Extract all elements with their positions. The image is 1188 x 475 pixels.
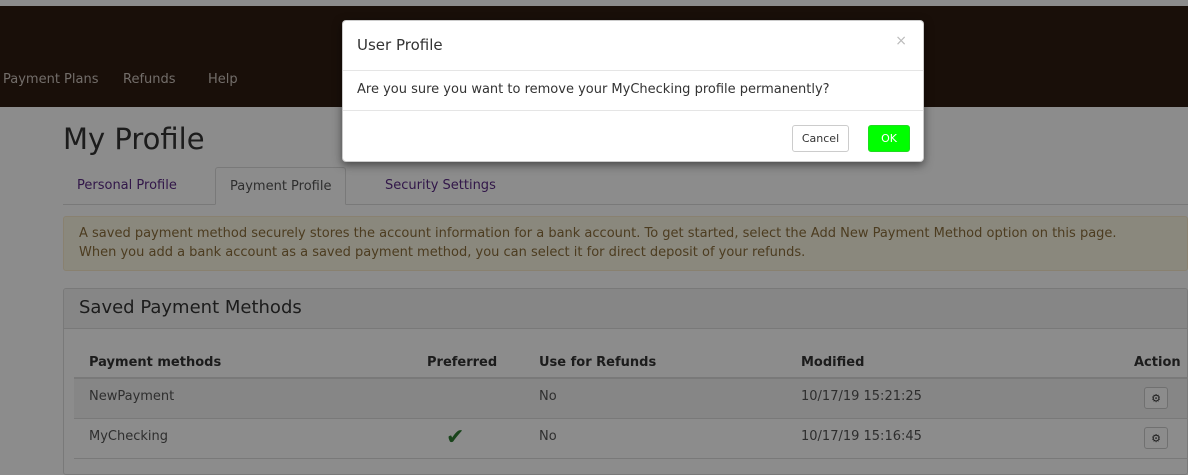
ok-button[interactable]: OK <box>868 125 910 152</box>
modal-header: User Profile × <box>343 21 923 71</box>
modal-title: User Profile <box>357 36 443 54</box>
close-icon[interactable]: × <box>895 33 907 49</box>
modal-body: Are you sure you want to remove your MyC… <box>343 71 923 111</box>
modal-message: Are you sure you want to remove your MyC… <box>357 82 830 97</box>
user-profile-dialog: User Profile × Are you sure you want to … <box>342 20 924 162</box>
cancel-button[interactable]: Cancel <box>792 125 849 152</box>
